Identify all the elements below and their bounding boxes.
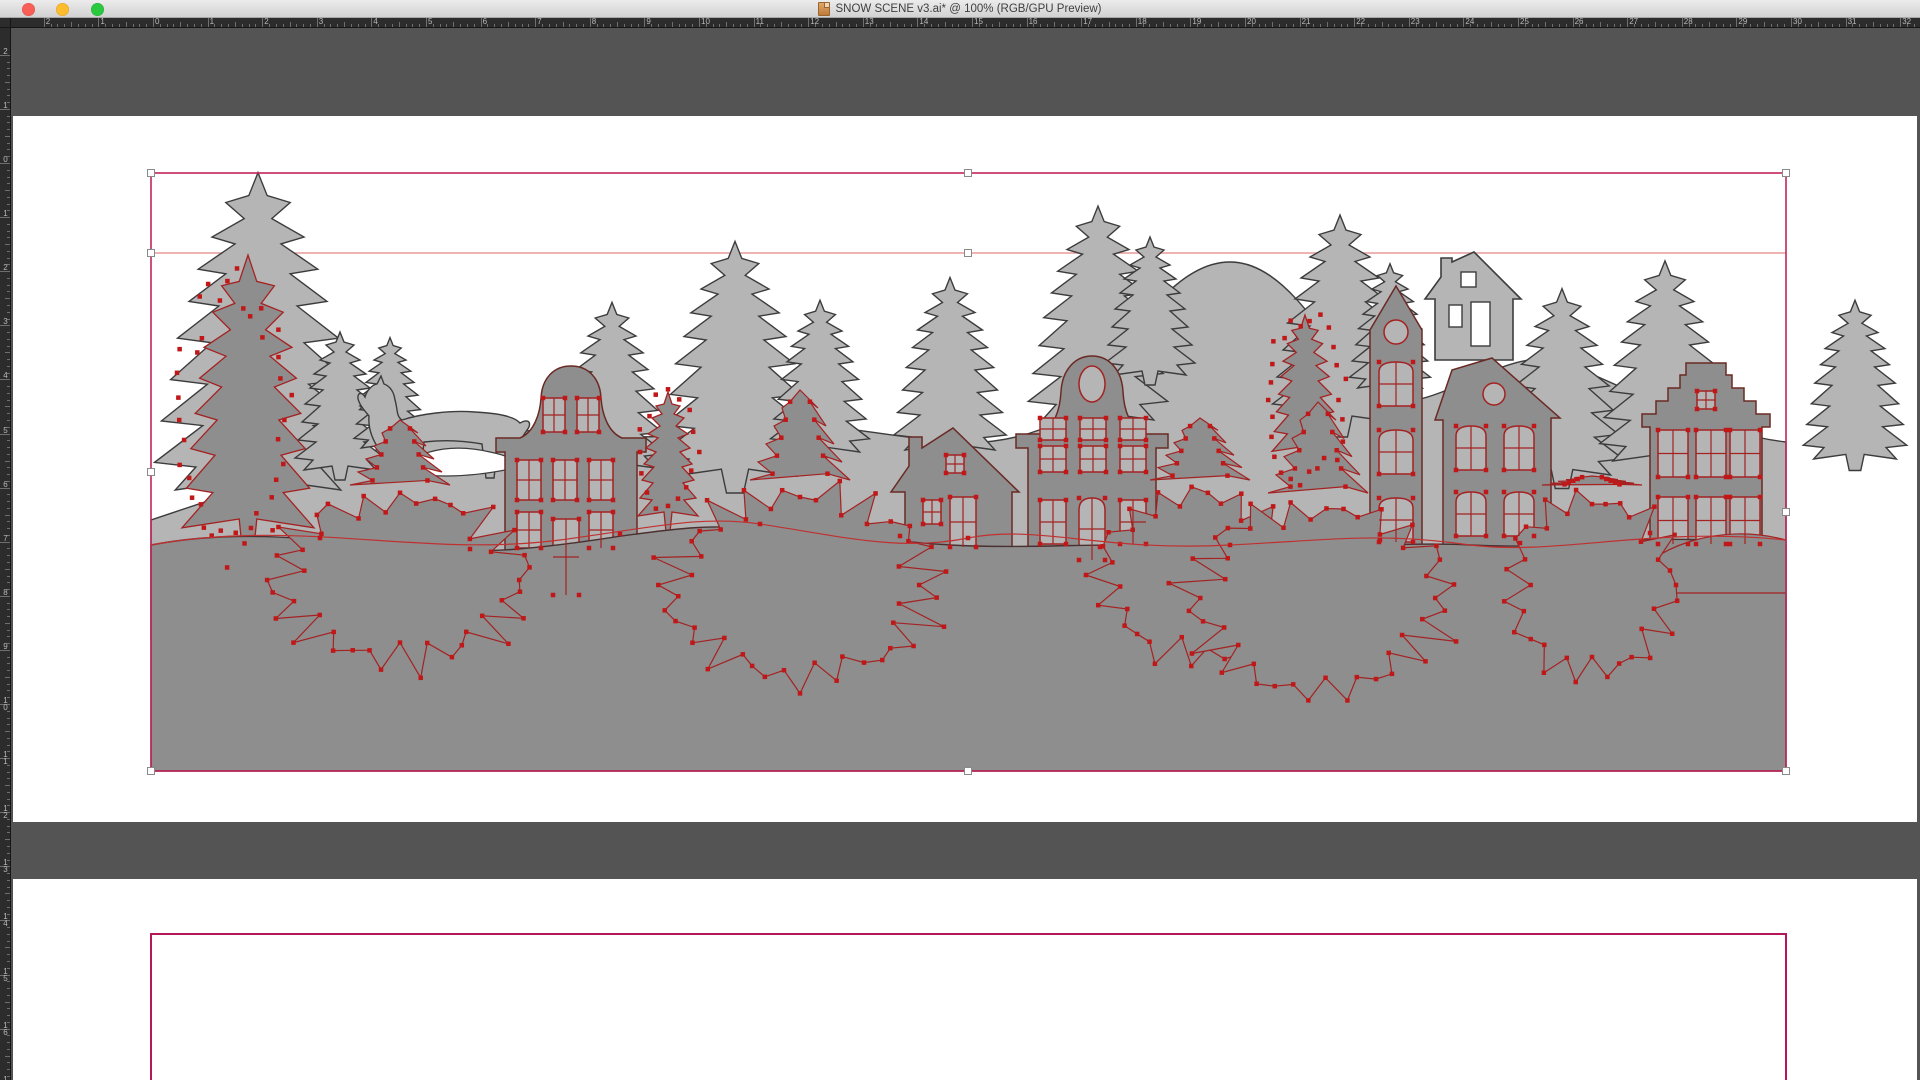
document-icon — [818, 2, 830, 16]
selection-handle[interactable] — [1783, 509, 1790, 516]
selection-handle[interactable] — [148, 768, 155, 775]
selection-handle[interactable] — [1783, 170, 1790, 177]
selection-handle[interactable] — [965, 250, 972, 257]
vertical-ruler[interactable]: 2101234567891011121314151617 — [0, 27, 11, 1080]
selection-handle[interactable] — [148, 170, 155, 177]
horizontal-ruler[interactable]: 2101234567891011121314151617181920212223… — [10, 17, 1920, 28]
titlebar: SNOW SCENE v3.ai* @ 100% (RGB/GPU Previe… — [0, 0, 1920, 18]
artboard-2[interactable] — [13, 879, 1917, 1080]
window-title: SNOW SCENE v3.ai* @ 100% (RGB/GPU Previe… — [835, 3, 1101, 15]
round-attic-window — [1384, 320, 1408, 344]
oval-attic-window — [1079, 366, 1105, 402]
white-house-window — [1449, 305, 1462, 327]
selection-handle[interactable] — [965, 768, 972, 775]
ruler-corner[interactable] — [0, 17, 11, 28]
selection-handle[interactable] — [148, 469, 155, 476]
selection-handle[interactable] — [148, 250, 155, 257]
selection-handle[interactable] — [965, 170, 972, 177]
white-house-door — [1471, 302, 1490, 346]
document-canvas[interactable] — [0, 0, 1920, 1080]
white-house-gable-window — [1461, 272, 1476, 287]
round-gable-window — [1483, 383, 1505, 405]
selection-handle[interactable] — [1783, 768, 1790, 775]
